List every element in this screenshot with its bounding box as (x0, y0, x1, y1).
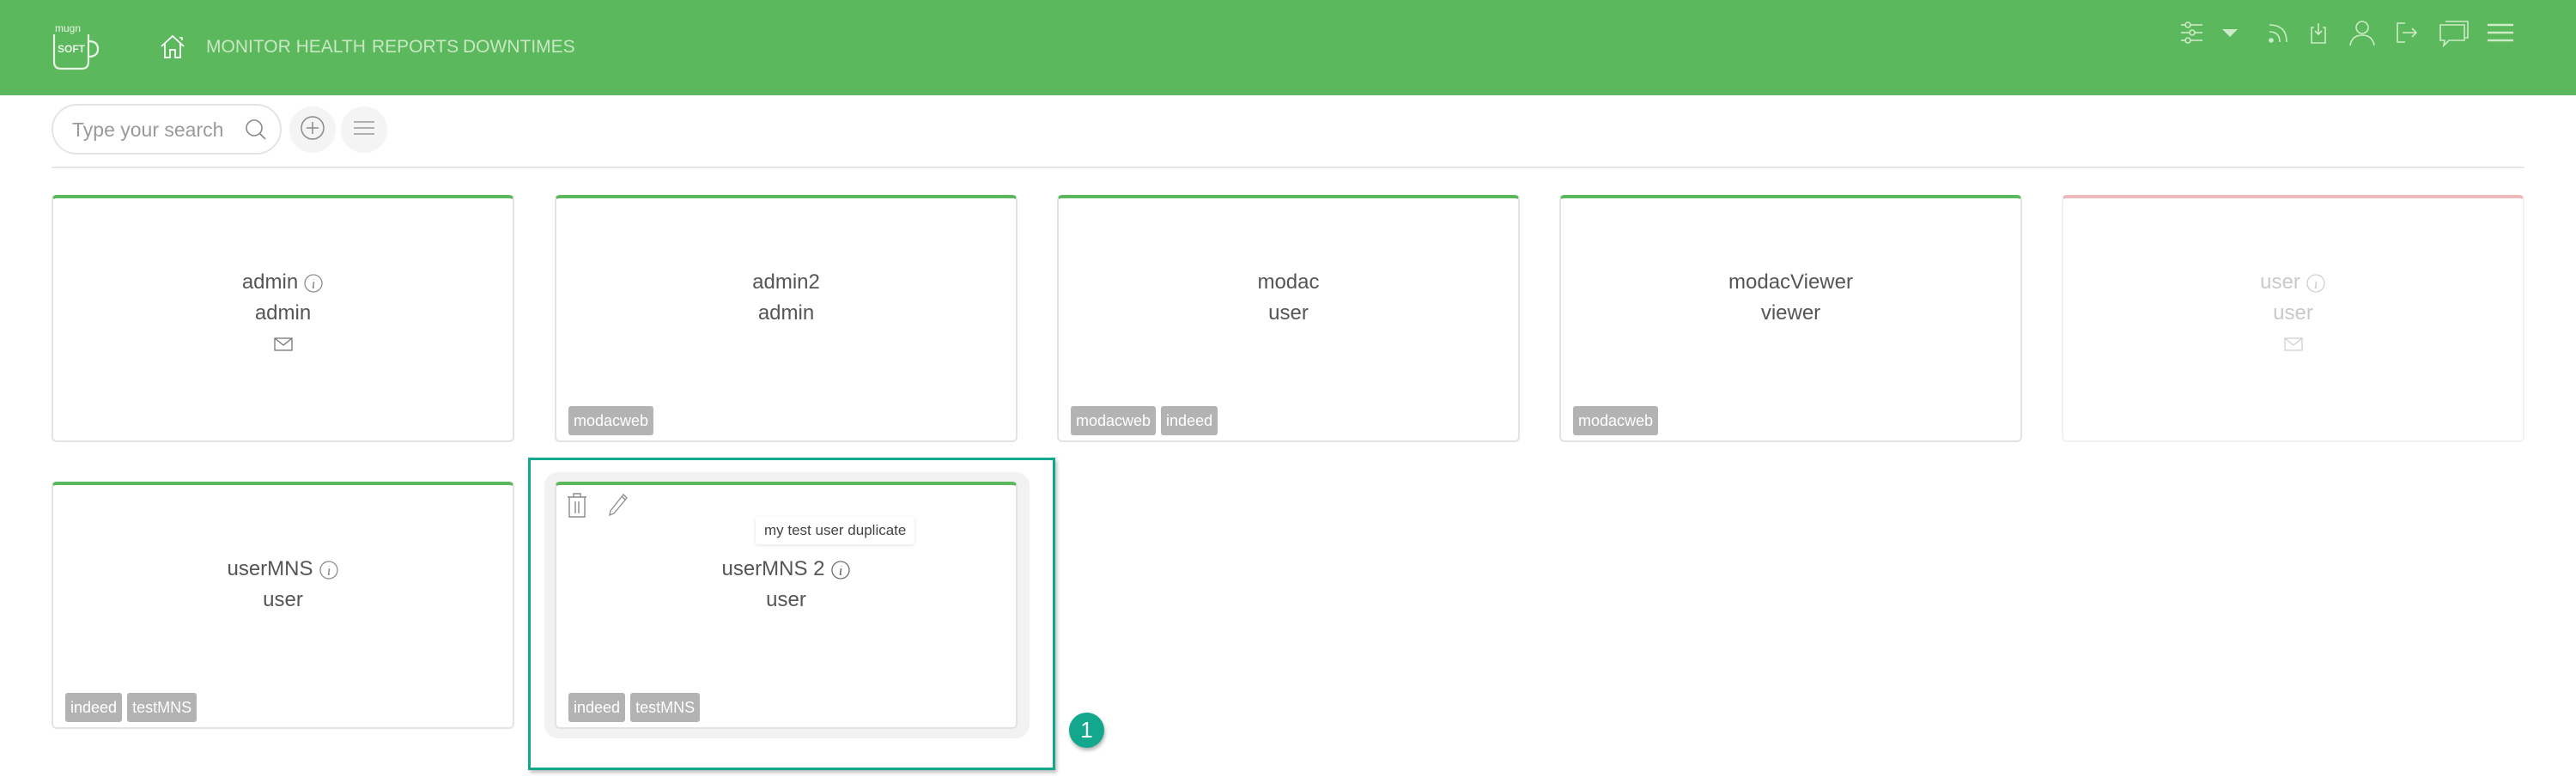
annotation-highlight-box (528, 458, 1055, 770)
tag: indeed (65, 693, 123, 722)
info-icon[interactable] (2306, 272, 2326, 293)
tag: modacweb (568, 406, 654, 435)
tag: modacweb (1573, 406, 1659, 435)
toolbar-divider (52, 167, 2524, 168)
user-card-user[interactable]: user user (2062, 195, 2524, 442)
logout-icon[interactable] (2392, 17, 2423, 48)
nav-reports[interactable]: REPORTS (372, 37, 459, 58)
card-username: user (2260, 270, 2300, 294)
card-role: user (263, 588, 303, 611)
user-card-admin[interactable]: admin admin (52, 195, 514, 442)
add-user-button[interactable] (289, 106, 336, 153)
card-username: admin (241, 270, 299, 294)
user-icon[interactable] (2347, 17, 2378, 48)
top-navigation-bar: mugn SOFT MONITOR HEALTH REPORTS DOWNTIM… (0, 0, 2576, 95)
mail-icon[interactable] (273, 336, 294, 353)
tag-list: modacweb (1573, 406, 1659, 435)
card-role: admin (757, 301, 815, 325)
tag-list: modacweb (568, 406, 654, 435)
card-username: modac (1257, 270, 1320, 294)
svg-text:SOFT: SOFT (58, 43, 86, 55)
card-title: modac (1257, 267, 1319, 298)
list-icon (353, 119, 375, 141)
home-icon[interactable] (159, 33, 186, 60)
info-icon[interactable] (303, 272, 324, 293)
card-title: userMNS (227, 554, 338, 585)
svg-text:mugn: mugn (55, 22, 81, 34)
card-username: userMNS (227, 557, 313, 580)
card-role: admin (254, 301, 312, 325)
card-role: user (2273, 301, 2313, 325)
list-view-button[interactable] (341, 106, 387, 153)
info-icon[interactable] (319, 559, 339, 580)
user-card-usermns[interactable]: userMNS user indeed testMNS (52, 482, 514, 729)
annotation-badge: 1 (1069, 713, 1104, 748)
card-title: admin2 (752, 267, 820, 298)
tag: indeed (1161, 406, 1218, 435)
caret-down-icon[interactable] (2220, 17, 2240, 48)
chat-icon[interactable] (2437, 17, 2471, 48)
search-icon[interactable] (244, 118, 268, 142)
user-card-modac[interactable]: modac user modacweb indeed (1057, 195, 1520, 442)
plus-circle-icon (300, 115, 325, 145)
card-title: modacViewer (1728, 267, 1853, 298)
card-title: admin (242, 267, 324, 298)
search-box (52, 104, 282, 155)
card-title: user (2260, 267, 2326, 298)
rss-icon[interactable] (2263, 17, 2294, 48)
mail-icon[interactable] (2283, 336, 2304, 353)
import-icon[interactable] (2304, 17, 2335, 48)
user-card-admin2[interactable]: admin2 admin modacweb (555, 195, 1018, 442)
tag: modacweb (1071, 406, 1157, 435)
card-username: admin2 (752, 270, 820, 294)
tag-list: indeed testMNS (65, 693, 197, 722)
sliders-icon[interactable] (2178, 17, 2209, 48)
mugnsoft-logo[interactable]: mugn SOFT (50, 22, 103, 70)
search-input[interactable] (72, 114, 235, 145)
hamburger-icon[interactable] (2486, 17, 2515, 48)
tag: testMNS (127, 693, 197, 722)
user-card-modacviewer[interactable]: modacViewer viewer modacweb (1559, 195, 2022, 442)
nav-monitor-health[interactable]: MONITOR HEALTH (206, 37, 366, 58)
tag-list: modacweb indeed (1071, 406, 1218, 435)
card-username: modacViewer (1728, 270, 1853, 294)
card-role: viewer (1760, 301, 1821, 325)
card-role: user (1268, 301, 1309, 325)
nav-downtimes[interactable]: DOWNTIMES (463, 37, 575, 58)
